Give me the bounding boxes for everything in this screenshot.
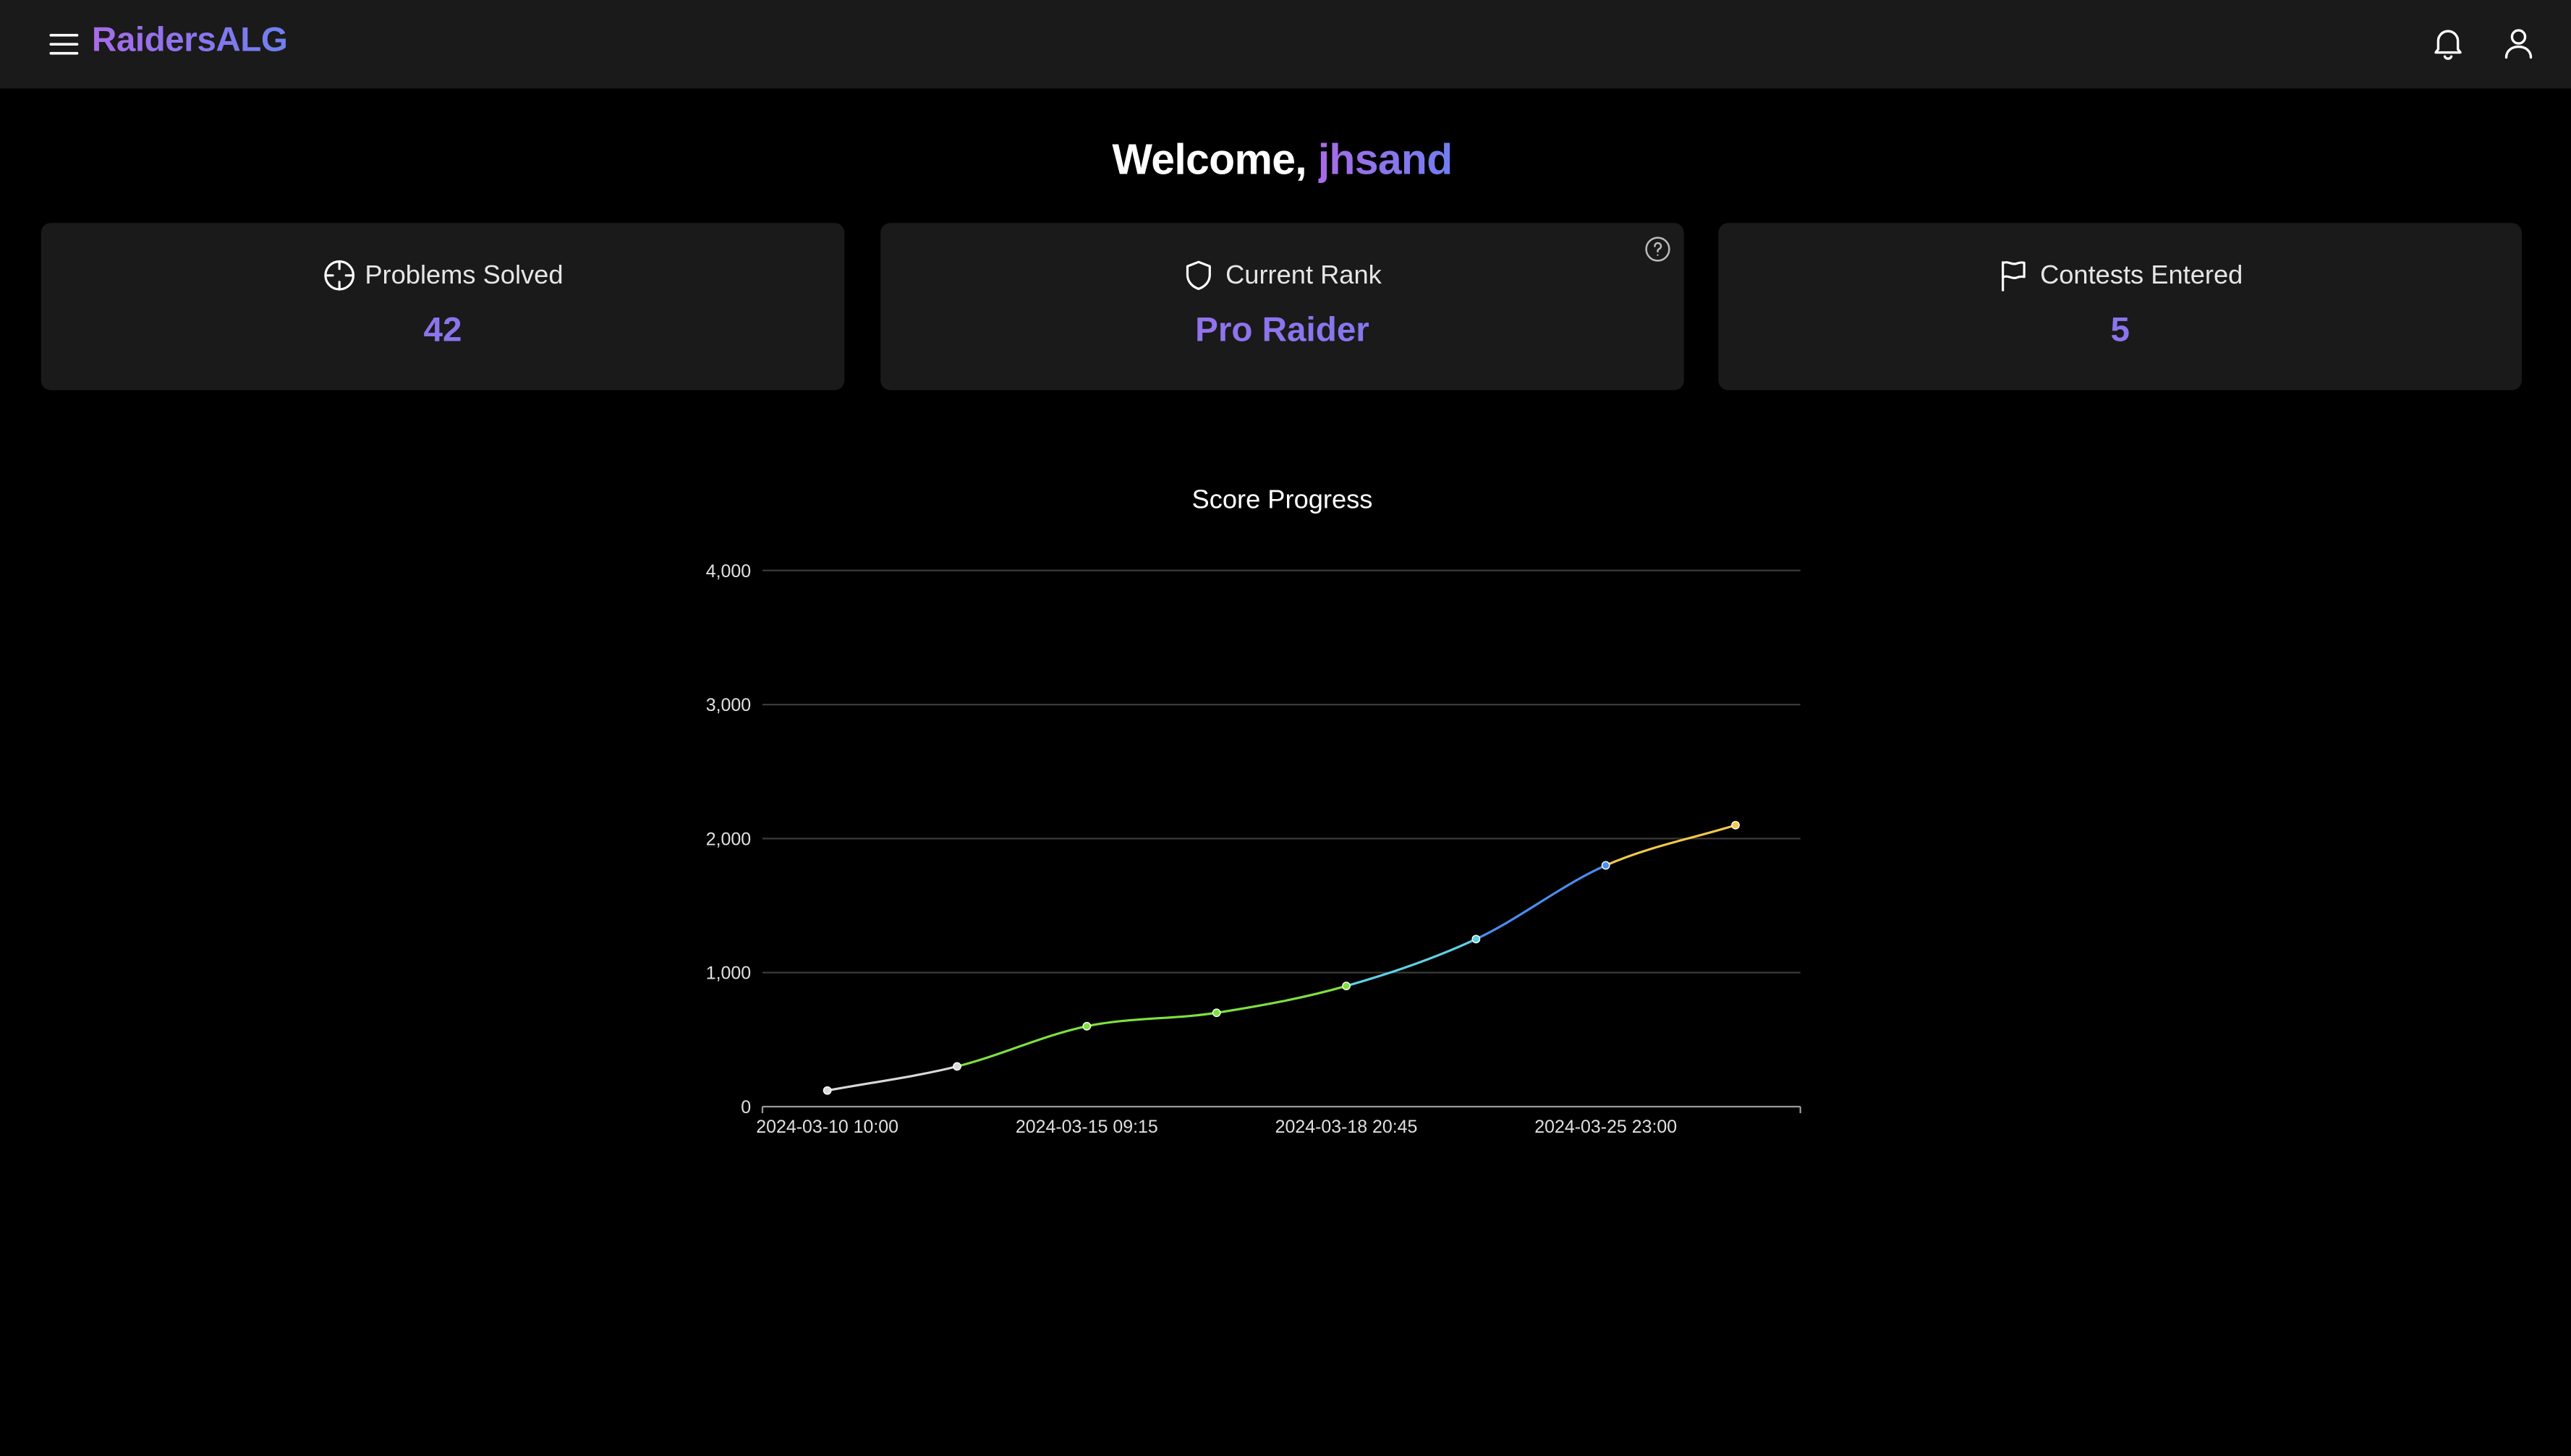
welcome-prefix: Welcome, <box>1112 134 1306 184</box>
series-line-segment <box>827 1065 958 1092</box>
flag-icon <box>2002 261 2026 291</box>
data-point <box>823 1086 832 1095</box>
score-progress-chart: 0 1,000 2,000 3,000 4,000 2024-03-10 10:00 202… <box>706 561 1801 1137</box>
y-tick-label: 3,000 <box>706 695 751 715</box>
data-point <box>953 1062 961 1071</box>
y-tick-label: 2,000 <box>706 829 751 849</box>
stat-label: Current Rank <box>1225 262 1382 291</box>
shield-icon <box>1186 260 1212 290</box>
stat-label: Problems Solved <box>365 262 564 291</box>
stat-label: Contests Entered <box>2040 262 2243 291</box>
data-point <box>1731 820 1740 830</box>
series-line-segment <box>1475 864 1607 940</box>
stat-card-current-rank: Current Rank Pro Raider <box>880 223 1684 391</box>
series-line-segment <box>1216 984 1347 1014</box>
data-point <box>1082 1021 1092 1031</box>
x-tick-label: 2024-03-10 10:00 <box>756 1117 898 1137</box>
brand-logo[interactable]: RaidersALG <box>92 21 288 60</box>
y-tick-label: 0 <box>741 1097 751 1117</box>
app-root: RaidersALG Welcome, jhsand Problems Solv… <box>0 0 2571 1456</box>
series-line-segment <box>1346 937 1477 987</box>
data-point <box>1212 1008 1221 1018</box>
x-tick-label: 2024-03-18 20:45 <box>1275 1117 1418 1137</box>
stat-value: Pro Raider <box>880 312 1684 351</box>
welcome-username: jhsand <box>1317 134 1453 184</box>
series-line-segment <box>1605 824 1736 867</box>
crosshair-icon <box>323 260 354 291</box>
y-tick-label: 1,000 <box>706 963 751 984</box>
data-point <box>1601 861 1610 870</box>
data-point <box>1342 982 1351 991</box>
top-bar: RaidersALG <box>0 0 2571 89</box>
bell-icon[interactable] <box>2428 23 2468 62</box>
chart-title: Score Progress <box>1191 487 1373 515</box>
y-tick-label: 4,000 <box>706 561 751 582</box>
welcome-heading: Welcome, jhsand <box>0 135 2564 185</box>
series-line-segment <box>1087 1011 1217 1028</box>
x-tick-label: 2024-03-25 23:00 <box>1534 1117 1677 1137</box>
x-tick-label: 2024-03-15 09:15 <box>1016 1117 1158 1137</box>
data-point <box>1471 935 1481 944</box>
user-icon[interactable] <box>2499 23 2538 62</box>
stat-card-contests-entered: Contests Entered 5 <box>1718 223 2523 391</box>
stat-value: 42 <box>41 312 845 351</box>
stat-value: 5 <box>1718 312 2522 351</box>
menu-icon[interactable] <box>46 25 82 64</box>
series-line-segment <box>956 1025 1087 1068</box>
stat-card-problems-solved: Problems Solved 42 <box>41 223 845 391</box>
